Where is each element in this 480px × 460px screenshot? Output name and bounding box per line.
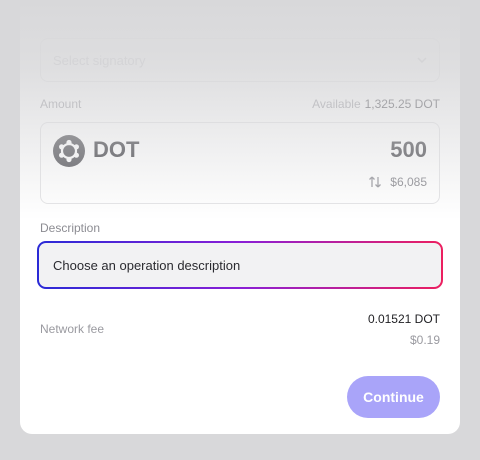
network-fee-label: Network fee — [40, 322, 105, 336]
available-label: Available — [312, 97, 361, 111]
transfer-form-card: Select signatory Amount Available 1,325.2… — [20, 0, 460, 434]
chevron-down-icon — [415, 53, 429, 67]
swap-arrows-icon[interactable] — [368, 175, 382, 189]
token-symbol: DOT — [93, 137, 140, 162]
available-value: 1,325.25 DOT — [364, 97, 440, 111]
network-fee-value: 0.01521 DOT — [367, 312, 440, 326]
network-fee-fiat: $0.19 — [409, 333, 440, 347]
continue-button[interactable]: Continue — [347, 376, 440, 418]
description-placeholder: Choose an operation description — [53, 257, 241, 273]
amount-value[interactable]: 500 — [390, 137, 427, 163]
signatory-select[interactable]: Select signatory — [40, 38, 440, 82]
fiat-conversion: $6,085 — [368, 175, 427, 189]
fiat-value: $6,085 — [390, 175, 427, 189]
description-label: Description — [40, 221, 101, 235]
amount-input-box[interactable]: DOT 500 $6,085 — [40, 122, 440, 204]
available-balance: Available 1,325.25 DOT — [312, 97, 440, 111]
description-field-focus-ring: Choose an operation description — [37, 241, 443, 289]
description-input[interactable]: Choose an operation description — [39, 243, 441, 287]
amount-label: Amount — [40, 97, 82, 111]
polkadot-token-icon — [53, 135, 85, 167]
signatory-placeholder: Select signatory — [53, 52, 146, 68]
